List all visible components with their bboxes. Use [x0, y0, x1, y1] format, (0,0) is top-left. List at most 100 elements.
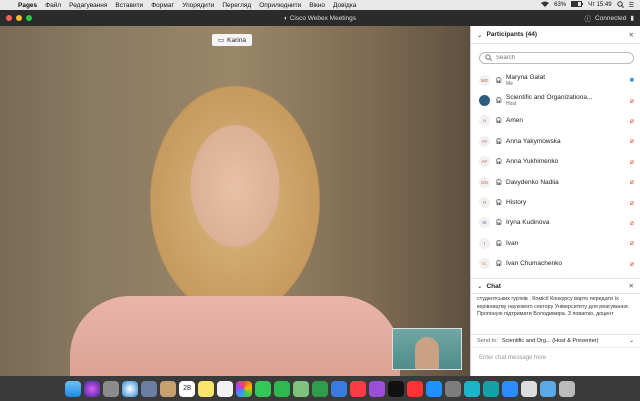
muted-mic-icon[interactable]: ⌀ [630, 239, 634, 247]
collapse-chevron-icon[interactable]: ⌄ [477, 31, 482, 39]
webex-meetings-icon[interactable] [483, 380, 499, 397]
menu-item-help[interactable]: Довідка [329, 2, 360, 9]
photos-icon[interactable] [236, 380, 252, 397]
info-icon[interactable]: ⓘ [584, 13, 591, 23]
participant-row[interactable]: AY 🎧︎ Anna Yukhimenko ⌀ [471, 152, 640, 172]
menu-item-view[interactable]: Перегляд [218, 2, 255, 9]
muted-mic-icon[interactable]: ⌀ [630, 137, 634, 145]
notes-icon[interactable] [198, 380, 214, 397]
chat-input[interactable]: Enter chat message here [471, 347, 640, 368]
participant-row[interactable]: IK 🎧︎ Iryna Kudinova ⌀ [471, 213, 640, 233]
participant-name: Amen [506, 117, 523, 125]
search-input[interactable] [496, 55, 616, 61]
trash-icon[interactable] [559, 380, 575, 397]
participant-row[interactable]: IC 🎧︎ Ivan Chumachenko ⌀ [471, 254, 640, 274]
preview-icon[interactable] [521, 380, 537, 397]
muted-mic-icon[interactable]: ⌀ [630, 260, 634, 268]
collapse-chevron-icon[interactable]: ⌄ [477, 282, 482, 290]
muted-mic-icon[interactable]: ⌀ [630, 97, 634, 105]
participant-row[interactable]: AY 🎧︎ Anna Yakymowska ⌀ [471, 131, 640, 151]
zoom-icon[interactable] [502, 380, 518, 397]
facetime-icon[interactable] [274, 380, 290, 397]
podcasts-icon[interactable] [369, 380, 385, 397]
avatar: IC [479, 258, 490, 270]
video-camera-icon[interactable]: ■ [630, 77, 634, 84]
self-view-video[interactable] [392, 328, 462, 370]
fullscreen-window-button[interactable] [26, 15, 32, 21]
folder-icon[interactable] [540, 380, 556, 397]
wifi-icon[interactable] [541, 1, 550, 9]
self-view-person [415, 337, 439, 369]
connection-status[interactable]: ⓘ Connected ▮ [584, 13, 640, 24]
search-icon [485, 53, 492, 63]
system-preferences-icon[interactable] [445, 380, 461, 397]
participant-name: Maryna Galat [506, 73, 546, 81]
participant-search[interactable] [479, 52, 634, 64]
siri-icon[interactable] [84, 380, 100, 397]
muted-mic-icon[interactable]: ⌀ [630, 199, 634, 207]
headset-icon: 🎧︎ [495, 200, 503, 207]
headset-icon: 🎧︎ [495, 179, 503, 186]
tv-icon[interactable] [388, 380, 404, 397]
battery-icon[interactable] [571, 1, 584, 9]
send-to-selector[interactable]: Send to: Scientific and Org... (Host & P… [471, 334, 640, 347]
dock: 28 [0, 376, 640, 401]
keynote-icon[interactable] [331, 380, 347, 397]
participant-row[interactable]: MG 🎧︎ Maryna Galat Me ■ [471, 70, 640, 90]
clock[interactable]: Чт 15:49 [588, 2, 611, 8]
participant-name: Anna Yukhimenko [506, 158, 559, 166]
avatar [479, 95, 490, 107]
headset-icon: 🎧︎ [495, 159, 503, 166]
close-chat-icon[interactable]: ✕ [629, 282, 634, 290]
menu-item-insert[interactable]: Вставити [111, 2, 147, 9]
headset-icon: 🎧︎ [495, 220, 503, 227]
menu-item-share[interactable]: Оприлюднити [255, 2, 305, 9]
muted-mic-icon[interactable]: ⌀ [630, 178, 634, 186]
participant-name: Davydenko Nadiia [506, 178, 559, 186]
menu-item-arrange[interactable]: Упорядити [178, 2, 218, 9]
photos-viewer-icon[interactable] [141, 380, 157, 397]
muted-mic-icon[interactable]: ⌀ [630, 117, 634, 125]
participant-row[interactable]: I 🎧︎ Ivan ⌀ [471, 233, 640, 253]
maps-icon[interactable] [293, 380, 309, 397]
main-video[interactable] [0, 26, 470, 376]
participants-header[interactable]: ⌄ Participants (44) ✕ [471, 26, 640, 44]
menu-item-edit[interactable]: Редагування [65, 2, 111, 9]
numbers-icon[interactable] [312, 380, 328, 397]
participant-row[interactable]: DN 🎧︎ Davydenko Nadiia ⌀ [471, 172, 640, 192]
send-to-value: Scientific and Org... (Host & Presenter) [501, 338, 599, 344]
contacts-icon[interactable] [160, 380, 176, 397]
participant-row[interactable]: A 🎧︎ Amen ⌀ [471, 111, 640, 131]
menu-item-window[interactable]: Вікно [305, 2, 329, 9]
active-speaker-label: ▭ Karina [212, 34, 252, 46]
avatar: AY [479, 135, 490, 147]
chat-header[interactable]: ⌄ Chat ✕ [471, 278, 640, 294]
calendar-icon[interactable]: 28 [179, 380, 195, 397]
battery-percent[interactable]: 63% [554, 2, 566, 8]
menu-item-format[interactable]: Формат [147, 2, 178, 9]
menu-app-name[interactable]: Pages [14, 2, 41, 9]
close-window-button[interactable] [6, 15, 12, 21]
safari-icon[interactable] [122, 380, 138, 397]
news-icon[interactable] [407, 380, 423, 397]
app-store-icon[interactable] [426, 380, 442, 397]
headset-icon: 🎧︎ [495, 98, 503, 105]
music-icon[interactable] [350, 380, 366, 397]
finder-icon[interactable] [65, 380, 81, 397]
participant-name: History [506, 199, 527, 207]
search-spotlight-icon[interactable] [616, 0, 624, 10]
muted-mic-icon[interactable]: ⌀ [630, 158, 634, 166]
participant-row[interactable]: 🎧︎ Scientific and Organizationa... Host ⌀ [471, 90, 640, 110]
reminders-icon[interactable] [217, 380, 233, 397]
muted-mic-icon[interactable]: ⌀ [630, 219, 634, 227]
webex-icon[interactable] [464, 380, 480, 397]
close-participants-icon[interactable]: ✕ [629, 31, 634, 39]
minimize-window-button[interactable] [16, 15, 22, 21]
participant-row[interactable]: H 🎧︎ History ⌀ [471, 192, 640, 212]
messages-icon[interactable] [255, 380, 271, 397]
menu-item-file[interactable]: Файл [41, 2, 65, 9]
control-center-icon[interactable]: ☰ [629, 2, 634, 9]
headset-icon: 🎧︎ [495, 261, 503, 268]
participant-name: Iryna Kudinova [506, 219, 550, 227]
launchpad-icon[interactable] [103, 380, 119, 397]
